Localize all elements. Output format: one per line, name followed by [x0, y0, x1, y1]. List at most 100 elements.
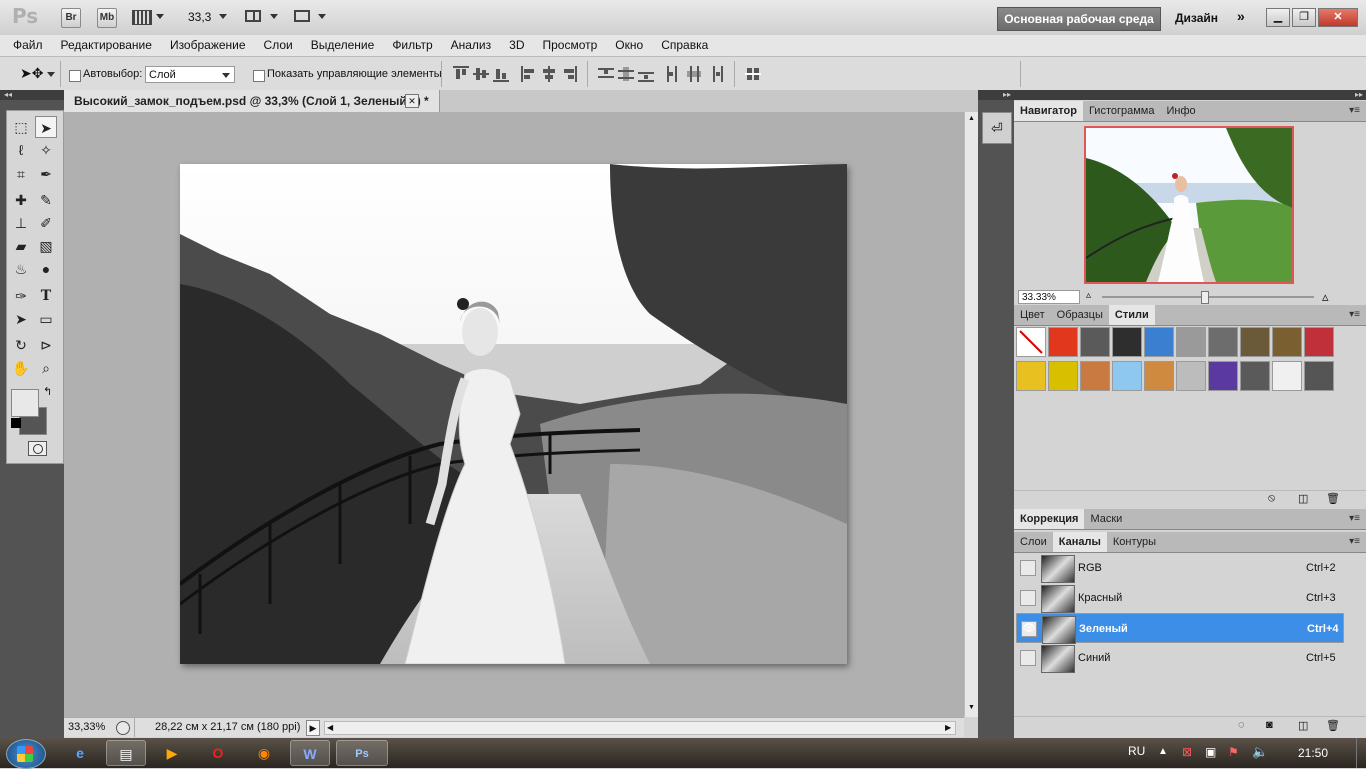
delete-style-icon[interactable]: 🗑 [1326, 492, 1340, 505]
scroll-down-icon[interactable]: ▼ [968, 704, 975, 711]
menu-layer[interactable]: Слои [255, 35, 302, 55]
tab-histogram[interactable]: Гистограмма [1083, 101, 1161, 121]
style-swatch[interactable] [1112, 327, 1142, 357]
style-swatch[interactable] [1304, 327, 1334, 357]
style-swatch[interactable] [1240, 361, 1270, 391]
clear-style-icon[interactable]: ⦸ [1268, 492, 1275, 505]
3d-rotate-tool-icon[interactable]: ↻ [10, 334, 32, 356]
screen-mode-button[interactable] [294, 9, 328, 25]
distribute-right-icon[interactable] [707, 66, 723, 82]
menu-help[interactable]: Справка [652, 35, 717, 55]
action-center-icon[interactable]: ⚑ [1228, 745, 1239, 759]
brush-tool-icon[interactable]: ✎ [35, 189, 57, 211]
style-swatch[interactable] [1176, 327, 1206, 357]
panel-menu-icon[interactable]: ▾≡ [1349, 536, 1360, 547]
restore-button[interactable]: ❐ [1292, 8, 1316, 27]
style-swatch[interactable] [1240, 327, 1270, 357]
more-workspaces-button[interactable]: » [1237, 8, 1245, 24]
save-selection-icon[interactable]: ◙ [1266, 719, 1273, 731]
status-info-icon[interactable] [116, 721, 130, 735]
style-swatch[interactable] [1176, 361, 1206, 391]
menu-view[interactable]: Просмотр [533, 35, 606, 55]
path-selection-tool-icon[interactable]: ➤ [10, 308, 32, 330]
clone-stamp-tool-icon[interactable]: ⊥ [10, 212, 32, 234]
scroll-right-icon[interactable]: ▶ [945, 722, 951, 734]
zoom-tool-icon[interactable]: ⌕ [35, 357, 57, 379]
magic-wand-tool-icon[interactable]: ✧ [35, 139, 57, 161]
style-swatch[interactable] [1144, 361, 1174, 391]
align-left-icon[interactable] [521, 66, 537, 82]
eye-icon[interactable]: 👁 [1021, 621, 1037, 637]
channel-row-green[interactable]: 👁 Зеленый Ctrl+4 [1016, 613, 1344, 644]
default-colors-icon[interactable] [11, 418, 21, 428]
style-swatch[interactable] [1208, 361, 1238, 391]
workspace-design-button[interactable]: Дизайн [1175, 11, 1218, 25]
workspace-essentials-button[interactable]: Основная рабочая среда [997, 7, 1161, 31]
3d-orbit-tool-icon[interactable]: ⊳ [35, 334, 57, 356]
style-swatch[interactable] [1080, 361, 1110, 391]
tab-color[interactable]: Цвет [1014, 305, 1051, 325]
history-panel-icon[interactable]: ⏎ [982, 112, 1012, 144]
marquee-tool-icon[interactable]: ⬚ [10, 116, 32, 138]
collapse-panels-icon[interactable]: ▸▸ [1014, 90, 1366, 100]
style-swatch[interactable] [1048, 327, 1078, 357]
lasso-tool-icon[interactable]: ℓ [10, 139, 32, 161]
eyedropper-tool-icon[interactable]: ✒ [35, 163, 57, 185]
type-tool-icon[interactable]: T [35, 285, 57, 307]
tab-navigator[interactable]: Навигатор [1014, 101, 1083, 121]
navigator-zoom-field[interactable]: 33.33% [1018, 290, 1080, 304]
eraser-tool-icon[interactable]: ▰ [10, 235, 32, 257]
pen-tool-icon[interactable]: ✑ [10, 285, 32, 307]
minibridge-button[interactable]: Mb [97, 8, 117, 28]
canvas-area[interactable] [64, 112, 964, 717]
firefox-icon[interactable]: ◉ [244, 740, 284, 766]
zoom-dropdown-icon[interactable] [219, 14, 227, 19]
auto-align-layers-icon[interactable] [745, 66, 761, 82]
horizontal-scrollbar[interactable]: ◀ ▶ [324, 721, 956, 735]
history-brush-tool-icon[interactable]: ✐ [35, 212, 57, 234]
align-right-icon[interactable] [561, 66, 577, 82]
document-image[interactable] [180, 164, 847, 664]
vertical-scrollbar[interactable]: ▲ ▼ [964, 112, 979, 717]
menu-image[interactable]: Изображение [161, 35, 255, 55]
chevron-down-icon[interactable] [47, 72, 55, 77]
style-swatch[interactable] [1304, 361, 1334, 391]
arrange-documents-button[interactable] [245, 9, 281, 25]
rectangle-tool-icon[interactable]: ▭ [35, 308, 57, 330]
photoshop-task-icon[interactable]: Ps [336, 740, 388, 766]
channel-row-blue[interactable]: Синий Ctrl+5 [1016, 643, 1344, 673]
tab-styles[interactable]: Стили [1108, 305, 1155, 325]
style-swatch[interactable] [1208, 327, 1238, 357]
zoom-in-icon[interactable]: ▵ [1322, 289, 1329, 305]
visibility-toggle[interactable] [1020, 590, 1036, 606]
new-channel-icon[interactable]: ◫ [1298, 719, 1308, 732]
start-button[interactable] [6, 739, 46, 769]
align-vcenter-icon[interactable] [473, 66, 489, 82]
navigator-thumbnail[interactable] [1084, 126, 1294, 284]
volume-icon[interactable]: 🔈 [1252, 744, 1268, 760]
style-swatch[interactable] [1112, 361, 1142, 391]
align-top-icon[interactable] [453, 66, 469, 82]
align-bottom-icon[interactable] [493, 66, 509, 82]
menu-select[interactable]: Выделение [302, 35, 384, 55]
style-swatch[interactable] [1144, 327, 1174, 357]
opera-icon[interactable]: O [198, 740, 238, 766]
view-extras-button[interactable] [132, 9, 164, 25]
gradient-tool-icon[interactable]: ▧ [35, 235, 57, 257]
style-swatch[interactable] [1272, 361, 1302, 391]
panel-menu-icon[interactable]: ▾≡ [1349, 105, 1360, 116]
move-tool-preset-icon[interactable]: ➤✥ [20, 65, 43, 82]
visibility-toggle[interactable] [1020, 650, 1036, 666]
clock[interactable]: 21:50 [1298, 746, 1328, 760]
explorer-folder-icon[interactable]: ▤ [106, 740, 146, 766]
autoselect-checkbox[interactable] [69, 68, 81, 82]
tray-app-icon[interactable]: ▣ [1205, 745, 1216, 759]
status-zoom[interactable]: 33,33% [68, 718, 105, 736]
show-transform-controls-checkbox[interactable] [253, 68, 265, 82]
menu-3d[interactable]: 3D [500, 35, 533, 55]
bridge-button[interactable]: Br [61, 8, 81, 28]
channel-row-rgb[interactable]: RGB Ctrl+2 [1016, 553, 1344, 583]
zoom-out-icon[interactable]: ▵ [1086, 290, 1091, 301]
close-button[interactable]: ✕ [1318, 8, 1358, 27]
distribute-vcenter-icon[interactable] [618, 66, 634, 82]
